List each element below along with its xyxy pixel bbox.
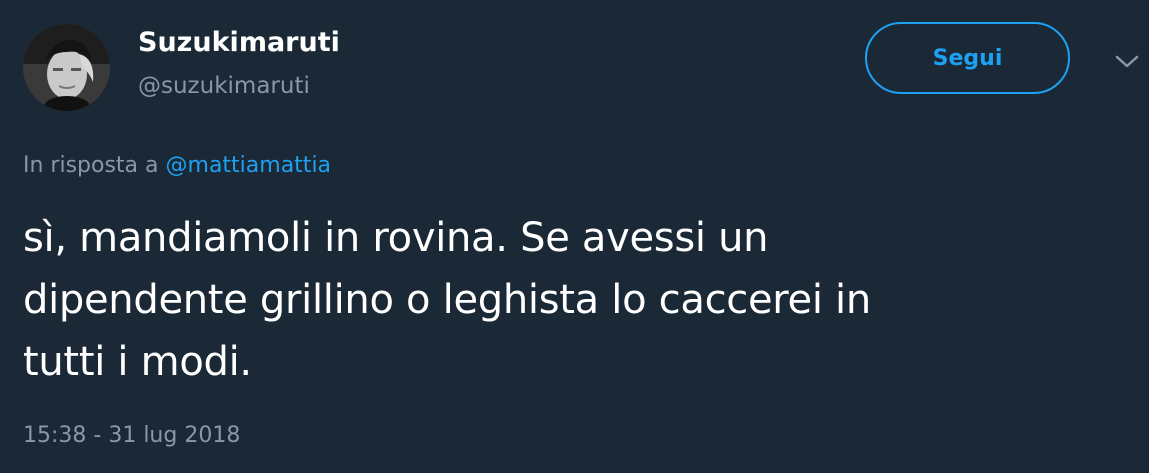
tweet-card: Suzukimaruti @suzukimaruti Segui In risp… bbox=[0, 0, 1149, 473]
tweet-text-line: tutti i modi. bbox=[23, 339, 252, 385]
tweet-text-line: sì, mandiamoli in rovina. Se avessi un bbox=[23, 215, 769, 261]
tweet-text: sì, mandiamoli in rovina. Se avessi un d… bbox=[23, 207, 1123, 393]
reply-context: In risposta a @mattiamattia bbox=[23, 150, 331, 182]
avatar[interactable] bbox=[23, 24, 110, 111]
reply-prefix: In risposta a bbox=[23, 153, 159, 178]
follow-button[interactable]: Segui bbox=[865, 22, 1070, 94]
tweet-text-line: dipendente grillino o leghista lo caccer… bbox=[23, 277, 871, 323]
author-name[interactable]: Suzukimaruti bbox=[138, 25, 340, 61]
avatar-photo bbox=[23, 24, 110, 111]
tweet-timestamp[interactable]: 15:38 - 31 lug 2018 bbox=[23, 420, 240, 452]
chevron-down-icon[interactable] bbox=[1112, 52, 1142, 72]
reply-mention-link[interactable]: @mattiamattia bbox=[166, 153, 332, 178]
author-handle[interactable]: @suzukimaruti bbox=[138, 70, 310, 102]
